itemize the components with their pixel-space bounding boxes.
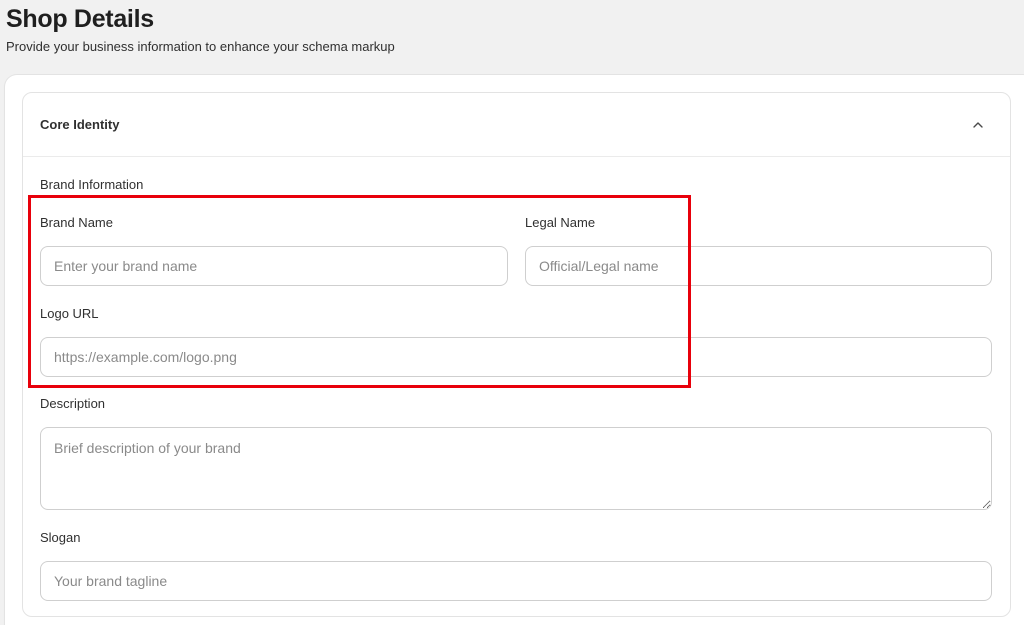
slogan-label: Slogan: [40, 530, 81, 545]
slogan-input[interactable]: [40, 561, 992, 601]
description-label: Description: [40, 396, 106, 411]
legal-name-label: Legal Name: [525, 215, 596, 230]
logo-url-input[interactable]: [40, 337, 992, 377]
shop-details-page: Shop Details Provide your business infor…: [0, 0, 1024, 625]
chevron-up-icon[interactable]: [971, 119, 985, 131]
page-title: Shop Details: [6, 5, 154, 33]
core-identity-header[interactable]: Core Identity: [23, 93, 1010, 157]
logo-url-label: Logo URL: [40, 306, 99, 321]
description-textarea[interactable]: [40, 427, 992, 510]
legal-name-input[interactable]: [525, 246, 992, 286]
section-title: Core Identity: [40, 117, 120, 132]
brand-information-heading: Brand Information: [40, 177, 144, 192]
brand-name-input[interactable]: [40, 246, 508, 286]
brand-name-label: Brand Name: [40, 215, 113, 230]
page-subtitle: Provide your business information to enh…: [6, 39, 395, 54]
